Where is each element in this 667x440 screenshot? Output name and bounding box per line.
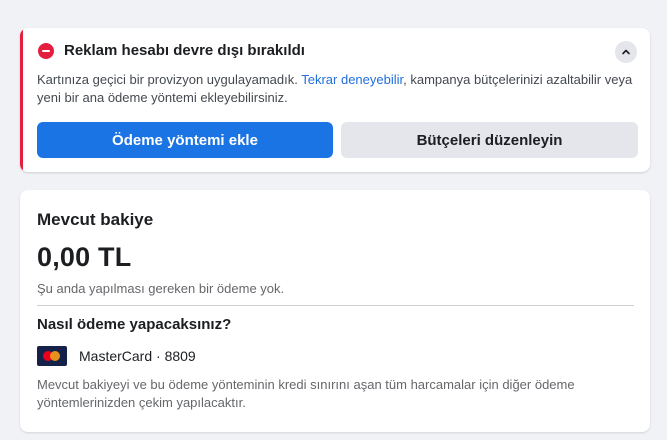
divider	[37, 305, 634, 306]
alert-message-before: Kartınıza geçici bir provizyon uygulayam…	[37, 72, 302, 87]
balance-amount: 0,00 TL	[37, 242, 132, 272]
balance-note: Şu anda yapılması gereken bir ödeme yok.	[37, 281, 285, 296]
alert-message: Kartınıza geçici bir provizyon uygulayam…	[37, 71, 637, 107]
collapse-button[interactable]	[615, 41, 637, 63]
alert-accent-bar	[20, 28, 23, 172]
retry-link[interactable]: Tekrar deneyebilir	[301, 72, 403, 87]
edit-budgets-button[interactable]: Bütçeleri düzenleyin	[341, 122, 638, 158]
payment-footnote: Mevcut bakiyeyi ve bu ödeme yönteminin k…	[37, 377, 575, 410]
add-payment-method-button[interactable]: Ödeme yöntemi ekle	[37, 122, 333, 158]
alert-title: Reklam hesabı devre dışı bırakıldı	[64, 42, 305, 59]
payment-question: Nasıl ödeme yapacaksınız?	[37, 316, 232, 333]
mastercard-icon	[37, 346, 67, 366]
balance-title: Mevcut bakiye	[37, 210, 154, 229]
payment-method-label: MasterCard · 8809	[79, 348, 196, 364]
error-minus-icon	[38, 43, 54, 59]
current-balance-card: Mevcut bakiye 0,00 TL Şu anda yapılması …	[20, 190, 650, 432]
account-disabled-alert: Reklam hesabı devre dışı bırakıldı Kartı…	[20, 28, 650, 172]
chevron-up-icon	[622, 49, 630, 55]
